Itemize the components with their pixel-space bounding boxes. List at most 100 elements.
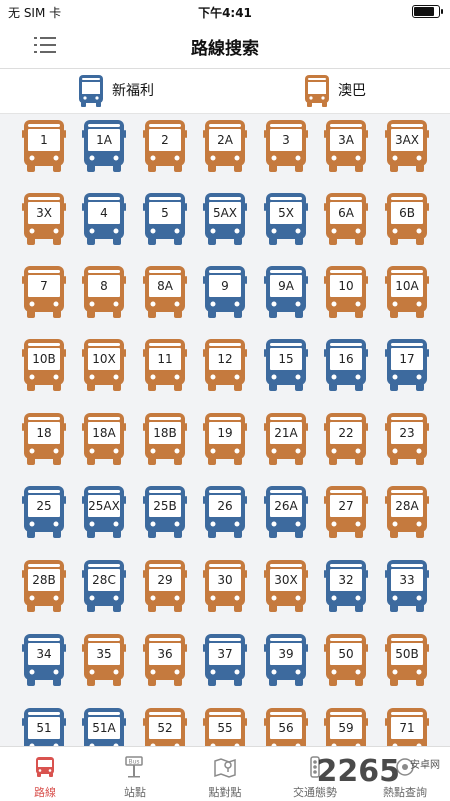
- legend-item-aoba: 澳巴: [304, 75, 366, 107]
- route-button-59[interactable]: 59: [324, 708, 368, 746]
- route-button-2a[interactable]: 2A: [203, 120, 247, 172]
- route-number: 25AX: [88, 499, 120, 513]
- legend-label: 新福利: [112, 83, 154, 99]
- route-button-5x[interactable]: 5X: [264, 193, 308, 245]
- route-button-28c[interactable]: 28C: [82, 560, 126, 612]
- route-number: 71: [399, 721, 415, 735]
- route-button-51a[interactable]: 51A: [82, 708, 126, 746]
- route-button-55[interactable]: 55: [203, 708, 247, 746]
- route-button-18a[interactable]: 18A: [82, 413, 126, 465]
- route-button-10[interactable]: 10: [324, 266, 368, 318]
- bus-stop-icon: Bus: [123, 755, 147, 779]
- route-number: 3A: [338, 133, 354, 147]
- route-button-5[interactable]: 5: [143, 193, 187, 245]
- route-button-32[interactable]: 32: [324, 560, 368, 612]
- tab-bus-stop[interactable]: Bus 站點: [90, 747, 180, 801]
- route-button-25b[interactable]: 25B: [143, 486, 187, 538]
- route-button-1a[interactable]: 1A: [82, 120, 126, 172]
- route-button-50b[interactable]: 50B: [385, 634, 429, 686]
- route-button-71[interactable]: 71: [385, 708, 429, 746]
- route-number: 1: [40, 133, 48, 147]
- hotspot-icon: [393, 755, 417, 779]
- route-button-39[interactable]: 39: [264, 634, 308, 686]
- route-button-15[interactable]: 15: [264, 339, 308, 391]
- route-number: 3: [282, 133, 290, 147]
- route-button-50[interactable]: 50: [324, 634, 368, 686]
- route-button-22[interactable]: 22: [324, 413, 368, 465]
- route-button-56[interactable]: 56: [264, 708, 308, 746]
- route-number: 4: [100, 206, 108, 220]
- route-button-29[interactable]: 29: [143, 560, 187, 612]
- route-button-10x[interactable]: 10X: [82, 339, 126, 391]
- route-button-10b[interactable]: 10B: [22, 339, 66, 391]
- route-button-9a[interactable]: 9A: [264, 266, 308, 318]
- route-button-3x[interactable]: 3X: [22, 193, 66, 245]
- route-button-1[interactable]: 1: [22, 120, 66, 172]
- route-button-8[interactable]: 8: [82, 266, 126, 318]
- route-button-37[interactable]: 37: [203, 634, 247, 686]
- route-button-33[interactable]: 33: [385, 560, 429, 612]
- route-button-11[interactable]: 11: [143, 339, 187, 391]
- route-number: 16: [338, 352, 354, 366]
- tab-bus[interactable]: 路線: [0, 747, 90, 801]
- route-number: 3AX: [394, 133, 420, 147]
- tab-traffic[interactable]: 交通態勢: [270, 747, 360, 801]
- tab-map-route[interactable]: 點對點: [180, 747, 270, 801]
- route-button-16[interactable]: 16: [324, 339, 368, 391]
- route-button-52[interactable]: 52: [143, 708, 187, 746]
- route-button-9[interactable]: 9: [203, 266, 247, 318]
- operator-legend: 新福利 澳巴: [0, 69, 450, 114]
- route-number: 50B: [395, 647, 419, 661]
- route-number: 51A: [92, 721, 116, 735]
- route-button-25[interactable]: 25: [22, 486, 66, 538]
- page-title: 路線搜索: [191, 39, 259, 59]
- route-button-6b[interactable]: 6B: [385, 193, 429, 245]
- route-button-17[interactable]: 17: [385, 339, 429, 391]
- route-button-5ax[interactable]: 5AX: [203, 193, 247, 245]
- route-number: 30X: [274, 573, 298, 587]
- route-button-30x[interactable]: 30X: [264, 560, 308, 612]
- route-button-12[interactable]: 12: [203, 339, 247, 391]
- route-button-27[interactable]: 27: [324, 486, 368, 538]
- route-number: 11: [157, 352, 173, 366]
- route-button-30[interactable]: 30: [203, 560, 247, 612]
- route-number: 32: [338, 573, 354, 587]
- tab-label: 站點: [124, 786, 146, 799]
- route-number: 10A: [395, 279, 419, 293]
- route-button-2[interactable]: 2: [143, 120, 187, 172]
- route-number: 21A: [274, 426, 298, 440]
- route-number: 56: [278, 721, 294, 735]
- bus-icon: [305, 75, 329, 107]
- route-button-6a[interactable]: 6A: [324, 193, 368, 245]
- route-button-10a[interactable]: 10A: [385, 266, 429, 318]
- route-button-23[interactable]: 23: [385, 413, 429, 465]
- route-number: 30: [217, 573, 233, 587]
- route-button-28b[interactable]: 28B: [22, 560, 66, 612]
- route-number: 10: [338, 279, 354, 293]
- route-button-18b[interactable]: 18B: [143, 413, 187, 465]
- route-button-36[interactable]: 36: [143, 634, 187, 686]
- route-button-7[interactable]: 7: [22, 266, 66, 318]
- route-button-25ax[interactable]: 25AX: [82, 486, 126, 538]
- route-button-26a[interactable]: 26A: [264, 486, 308, 538]
- route-button-28a[interactable]: 28A: [385, 486, 429, 538]
- route-button-51[interactable]: 51: [22, 708, 66, 746]
- route-button-18[interactable]: 18: [22, 413, 66, 465]
- route-button-3a[interactable]: 3A: [324, 120, 368, 172]
- route-button-4[interactable]: 4: [82, 193, 126, 245]
- route-number: 17: [399, 352, 415, 366]
- route-button-26[interactable]: 26: [203, 486, 247, 538]
- route-button-19[interactable]: 19: [203, 413, 247, 465]
- route-number: 29: [157, 573, 173, 587]
- route-number: 51: [36, 721, 52, 735]
- route-button-8a[interactable]: 8A: [143, 266, 187, 318]
- tab-hotspot[interactable]: 熱點查詢: [360, 747, 450, 801]
- route-button-3ax[interactable]: 3AX: [385, 120, 429, 172]
- legend-item-xinfuli: 新福利: [78, 75, 154, 107]
- route-button-3[interactable]: 3: [264, 120, 308, 172]
- route-button-21a[interactable]: 21A: [264, 413, 308, 465]
- route-number: 50: [338, 647, 354, 661]
- route-button-34[interactable]: 34: [22, 634, 66, 686]
- route-button-35[interactable]: 35: [82, 634, 126, 686]
- route-number: 18A: [92, 426, 116, 440]
